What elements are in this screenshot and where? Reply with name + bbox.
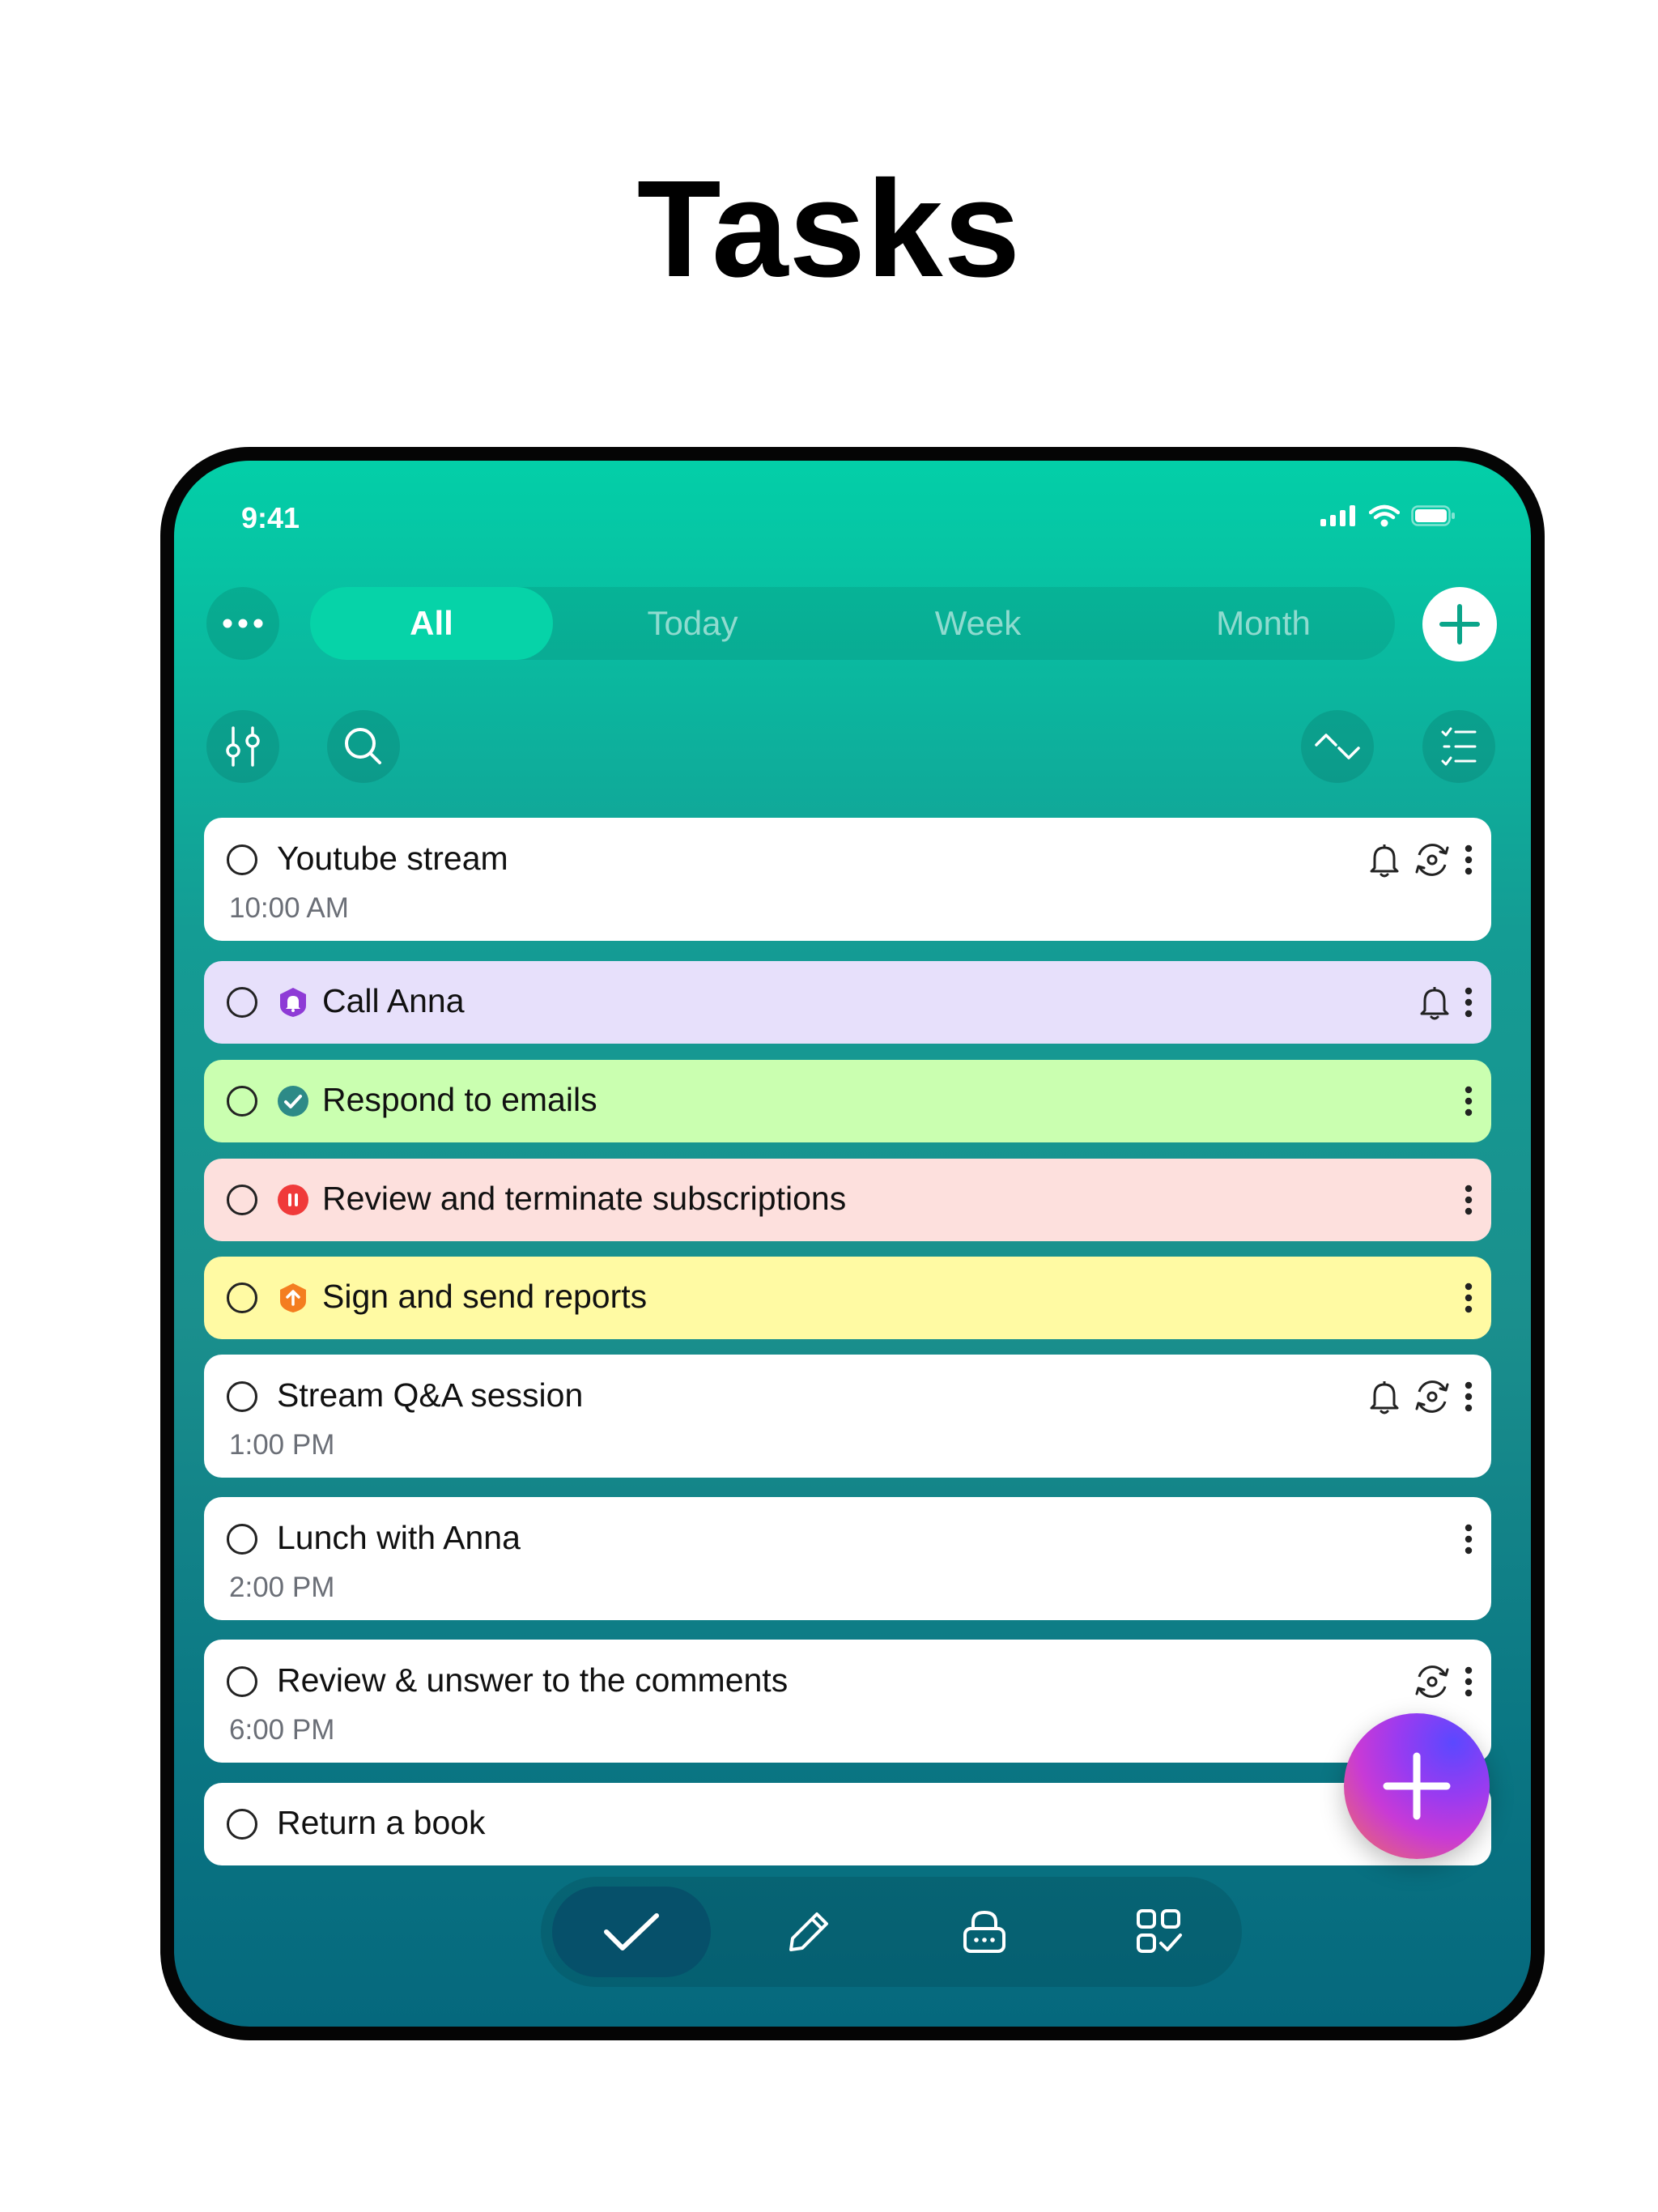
task-title: Lunch with Anna	[277, 1519, 521, 1556]
task-title: Review and terminate subscriptions	[322, 1180, 847, 1217]
task-checkbox[interactable]	[227, 1809, 257, 1840]
more-icon[interactable]	[1464, 1380, 1473, 1413]
more-icon[interactable]	[1464, 1085, 1473, 1117]
task-actions	[1464, 1181, 1473, 1219]
task-time: 1:00 PM	[229, 1429, 335, 1461]
task-title: Call Anna	[322, 982, 465, 1019]
task-row[interactable]: Lunch with Anna 2:00 PM	[204, 1497, 1491, 1620]
add-task-fab[interactable]	[1344, 1713, 1490, 1859]
task-title: Youtube stream	[277, 840, 508, 877]
task-time: 10:00 AM	[229, 892, 349, 924]
task-row[interactable]: Review & unswer to the comments 6:00 PM	[204, 1640, 1491, 1763]
task-row[interactable]: Review and terminate subscriptions	[204, 1159, 1491, 1241]
period-segmented-control: All Today Week Month	[310, 587, 1395, 660]
status-time: 9:41	[241, 501, 300, 534]
task-actions	[1464, 1521, 1473, 1558]
task-row[interactable]: Respond to emails	[204, 1060, 1491, 1142]
task-time: 6:00 PM	[229, 1714, 335, 1746]
tab-month[interactable]: Month	[1124, 587, 1403, 660]
task-actions	[1418, 984, 1473, 1021]
task-actions	[1368, 1378, 1473, 1415]
bell-icon[interactable]	[1418, 985, 1451, 1020]
up-orange-priority-icon	[277, 1282, 308, 1312]
tab-notes[interactable]	[729, 1887, 888, 1977]
plus-icon	[1383, 1752, 1451, 1820]
status-bar: 9:41	[174, 461, 1531, 550]
more-icon[interactable]	[1464, 1184, 1473, 1216]
tab-today[interactable]: Today	[553, 587, 832, 660]
task-actions	[1464, 1279, 1473, 1317]
battery-icon	[1411, 505, 1455, 526]
more-icon[interactable]	[1464, 986, 1473, 1019]
add-list-button[interactable]	[1422, 587, 1497, 661]
task-checkbox[interactable]	[227, 1185, 257, 1215]
tab-widgets[interactable]	[1080, 1887, 1239, 1977]
search-button[interactable]	[327, 710, 400, 783]
task-actions	[1464, 1083, 1473, 1120]
tab-passwords[interactable]	[905, 1887, 1064, 1977]
tasks-check-icon	[604, 1913, 659, 1950]
device-frame: 9:41 All Today Week Month Youtube stream…	[160, 447, 1545, 2040]
ellipsis-icon	[223, 619, 263, 628]
bottom-tab-bar	[541, 1877, 1242, 1987]
filter-button[interactable]	[206, 710, 279, 783]
task-title: Stream Q&A session	[277, 1376, 584, 1414]
task-checkbox[interactable]	[227, 844, 257, 875]
sliders-icon	[226, 726, 260, 767]
task-actions	[1414, 1663, 1473, 1700]
tab-all[interactable]: All	[310, 587, 553, 660]
app-screen: 9:41 All Today Week Month Youtube stream…	[174, 461, 1531, 2027]
more-menu-button[interactable]	[206, 587, 279, 660]
task-checkbox[interactable]	[227, 987, 257, 1018]
page-headline: Tasks	[636, 152, 1022, 306]
more-icon[interactable]	[1464, 1665, 1473, 1698]
task-checkbox[interactable]	[227, 1381, 257, 1412]
more-icon[interactable]	[1464, 844, 1473, 876]
grid-check-icon	[1137, 1909, 1182, 1953]
password-icon	[963, 1910, 1005, 1953]
task-title: Return a book	[277, 1804, 486, 1841]
task-row[interactable]: Return a book	[204, 1783, 1491, 1865]
checklist-view-button[interactable]	[1422, 710, 1495, 783]
repeat-icon[interactable]	[1414, 1663, 1451, 1700]
sort-button[interactable]	[1301, 710, 1374, 783]
tab-tasks[interactable]	[552, 1887, 711, 1977]
task-checkbox[interactable]	[227, 1086, 257, 1117]
task-title: Sign and send reports	[322, 1278, 648, 1315]
bell-icon[interactable]	[1368, 842, 1401, 878]
repeat-icon[interactable]	[1414, 1378, 1451, 1415]
search-icon	[345, 728, 381, 764]
sort-icon	[1315, 734, 1360, 759]
task-row[interactable]: Sign and send reports	[204, 1257, 1491, 1339]
task-row[interactable]: Stream Q&A session 1:00 PM	[204, 1355, 1491, 1478]
check-teal-priority-icon	[277, 1085, 308, 1117]
status-icons	[1320, 504, 1456, 527]
task-title: Respond to emails	[322, 1081, 597, 1118]
wifi-icon	[1369, 504, 1400, 527]
tab-week[interactable]: Week	[832, 587, 1124, 660]
task-checkbox[interactable]	[227, 1524, 257, 1555]
task-title: Review & unswer to the comments	[277, 1661, 789, 1699]
checklist-icon	[1441, 727, 1477, 766]
task-checkbox[interactable]	[227, 1283, 257, 1313]
more-icon[interactable]	[1464, 1282, 1473, 1314]
bell-icon[interactable]	[1368, 1379, 1401, 1414]
pause-red-priority-icon	[277, 1184, 308, 1215]
pencil-icon	[789, 1912, 828, 1951]
task-checkbox[interactable]	[227, 1666, 257, 1697]
task-actions	[1368, 841, 1473, 878]
cellular-icon	[1320, 505, 1355, 526]
repeat-icon[interactable]	[1414, 841, 1451, 878]
shield-purple-priority-icon	[277, 986, 308, 1017]
task-time: 2:00 PM	[229, 1572, 335, 1603]
more-icon[interactable]	[1464, 1523, 1473, 1555]
plus-icon	[1439, 604, 1480, 644]
task-row[interactable]: Call Anna	[204, 961, 1491, 1044]
task-row[interactable]: Youtube stream 10:00 AM	[204, 818, 1491, 941]
